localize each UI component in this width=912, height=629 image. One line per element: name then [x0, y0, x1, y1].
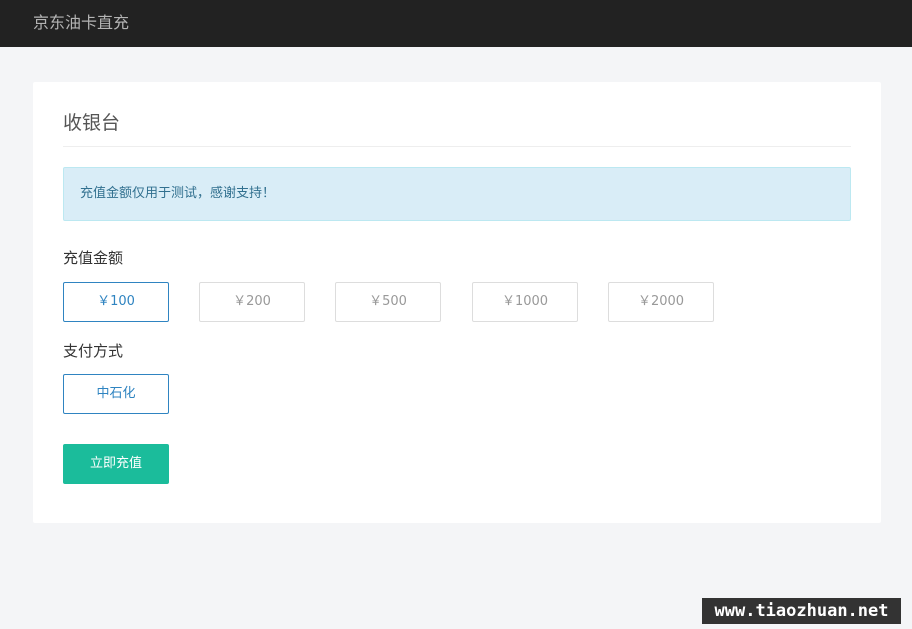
amount-section-label: 充值金额 [63, 249, 124, 267]
top-navbar: 京东油卡直充 [0, 0, 912, 47]
recharge-now-button[interactable]: 立即充值 [63, 444, 169, 484]
site-watermark: www.tiaozhuan.net [702, 598, 901, 624]
info-notice: 充值金额仅用于测试，感谢支持！ [63, 167, 851, 221]
payment-option-sinopec[interactable]: 中石化 [63, 374, 169, 414]
payment-section-label: 支付方式 [63, 342, 124, 360]
amount-option-200[interactable]: ￥200 [199, 282, 305, 322]
notice-text: 充值金额仅用于测试，感谢支持！ [80, 186, 276, 201]
amount-option-100[interactable]: ￥100 [63, 282, 169, 322]
amount-option-500[interactable]: ￥500 [335, 282, 441, 322]
title-divider [63, 146, 851, 147]
amount-option-2000[interactable]: ￥2000 [608, 282, 714, 322]
page-title: 收银台 [63, 112, 121, 134]
brand-title[interactable]: 京东油卡直充 [33, 12, 129, 34]
cashier-card: 收银台 充值金额仅用于测试，感谢支持！ 充值金额 ￥100 ￥200 ￥500 … [33, 82, 881, 523]
amount-option-1000[interactable]: ￥1000 [472, 282, 578, 322]
